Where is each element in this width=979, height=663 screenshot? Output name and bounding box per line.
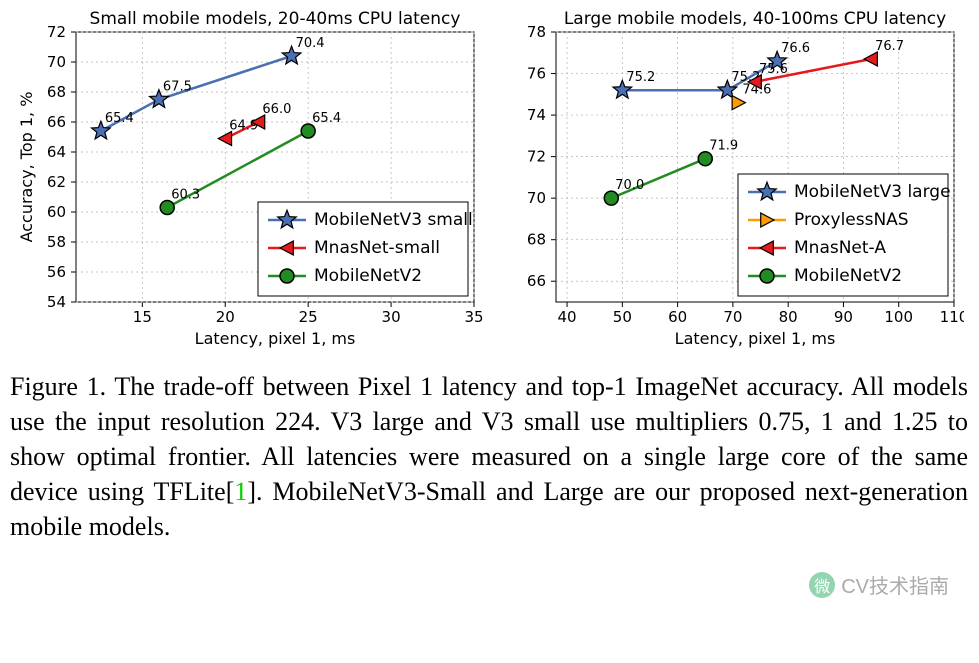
ytick-label: 76 bbox=[527, 65, 546, 83]
xtick-label: 20 bbox=[216, 308, 235, 326]
caption-prefix: Figure 1. bbox=[10, 372, 106, 401]
xtick-label: 25 bbox=[299, 308, 318, 326]
ytick-label: 60 bbox=[47, 203, 66, 221]
xtick-label: 50 bbox=[613, 308, 632, 326]
x-axis-label: Latency, pixel 1, ms bbox=[195, 329, 356, 348]
chart-svg: 40 50 60 70 80 90 100 110 66 68 70 72 74 76 78 Latency,… bbox=[494, 10, 964, 350]
figure: 15 20 25 30 35 54 56 58 60 62 64 66 68 70 72 Latency, p… bbox=[10, 10, 968, 544]
ytick-label: 64 bbox=[47, 143, 66, 161]
watermark: 微 CV技术指南 bbox=[809, 570, 949, 599]
ytick-label: 72 bbox=[47, 23, 66, 41]
ytick-label: 54 bbox=[47, 293, 66, 311]
xtick-label: 15 bbox=[133, 308, 152, 326]
legend-label: ProxylessNAS bbox=[794, 210, 909, 230]
ytick-label: 70 bbox=[47, 53, 66, 71]
legend-label: MobileNetV3 large bbox=[794, 182, 951, 202]
watermark-text: CV技术指南 bbox=[841, 570, 949, 599]
point-label: 75.6 bbox=[759, 62, 788, 77]
xtick-label: 90 bbox=[834, 308, 853, 326]
xtick-label: 35 bbox=[464, 308, 483, 326]
figure-caption: Figure 1. The trade-off between Pixel 1 … bbox=[10, 369, 968, 544]
wechat-icon: 微 bbox=[809, 572, 835, 598]
xtick-label: 110 bbox=[940, 308, 964, 326]
ytick-label: 68 bbox=[527, 231, 546, 249]
point-label: 65.4 bbox=[105, 111, 134, 126]
legend-label: MobileNetV3 small bbox=[314, 210, 473, 230]
point-label: 67.5 bbox=[163, 80, 192, 95]
legend-label: MnasNet-A bbox=[794, 238, 886, 258]
point-label: 60.3 bbox=[171, 188, 200, 203]
point-label: 70.0 bbox=[615, 178, 644, 193]
point-label: 75.2 bbox=[626, 70, 655, 85]
ytick-label: 74 bbox=[527, 106, 546, 124]
point-label: 66.0 bbox=[262, 102, 291, 117]
ytick-label: 78 bbox=[527, 23, 546, 41]
legend-label: MobileNetV2 bbox=[314, 266, 422, 286]
caption-ref: 1 bbox=[234, 477, 247, 506]
ytick-label: 66 bbox=[527, 272, 546, 290]
chart-large-models: 40 50 60 70 80 90 100 110 66 68 70 72 74 76 78 Latency,… bbox=[494, 10, 964, 355]
xtick-label: 40 bbox=[558, 308, 577, 326]
xtick-label: 70 bbox=[723, 308, 742, 326]
xtick-label: 30 bbox=[382, 308, 401, 326]
chart-title: Large mobile models, 40-100ms CPU latenc… bbox=[564, 10, 946, 29]
point-label: 70.4 bbox=[296, 36, 325, 51]
legend-label: MnasNet-small bbox=[314, 238, 440, 258]
point-label: 76.6 bbox=[781, 41, 810, 56]
ytick-label: 68 bbox=[47, 83, 66, 101]
charts-row: 15 20 25 30 35 54 56 58 60 62 64 66 68 70 72 Latency, p… bbox=[10, 10, 968, 355]
ytick-label: 56 bbox=[47, 263, 66, 281]
chart-svg: 15 20 25 30 35 54 56 58 60 62 64 66 68 70 72 Latency, p… bbox=[14, 10, 484, 350]
chart-title: Small mobile models, 20-40ms CPU latency bbox=[90, 10, 461, 29]
point-label: 65.4 bbox=[312, 111, 341, 126]
ytick-label: 70 bbox=[527, 189, 546, 207]
ytick-label: 72 bbox=[527, 148, 546, 166]
ytick-label: 62 bbox=[47, 173, 66, 191]
chart-small-models: 15 20 25 30 35 54 56 58 60 62 64 66 68 70 72 Latency, p… bbox=[14, 10, 484, 355]
x-axis-label: Latency, pixel 1, ms bbox=[675, 329, 836, 348]
point-label: 71.9 bbox=[709, 139, 738, 154]
ytick-label: 58 bbox=[47, 233, 66, 251]
xtick-label: 100 bbox=[884, 308, 913, 326]
xtick-label: 60 bbox=[668, 308, 687, 326]
point-label: 76.7 bbox=[875, 39, 904, 54]
ytick-label: 66 bbox=[47, 113, 66, 131]
xtick-label: 80 bbox=[779, 308, 798, 326]
y-axis-label: Accuracy, Top 1, % bbox=[17, 92, 36, 243]
legend-label: MobileNetV2 bbox=[794, 266, 902, 286]
